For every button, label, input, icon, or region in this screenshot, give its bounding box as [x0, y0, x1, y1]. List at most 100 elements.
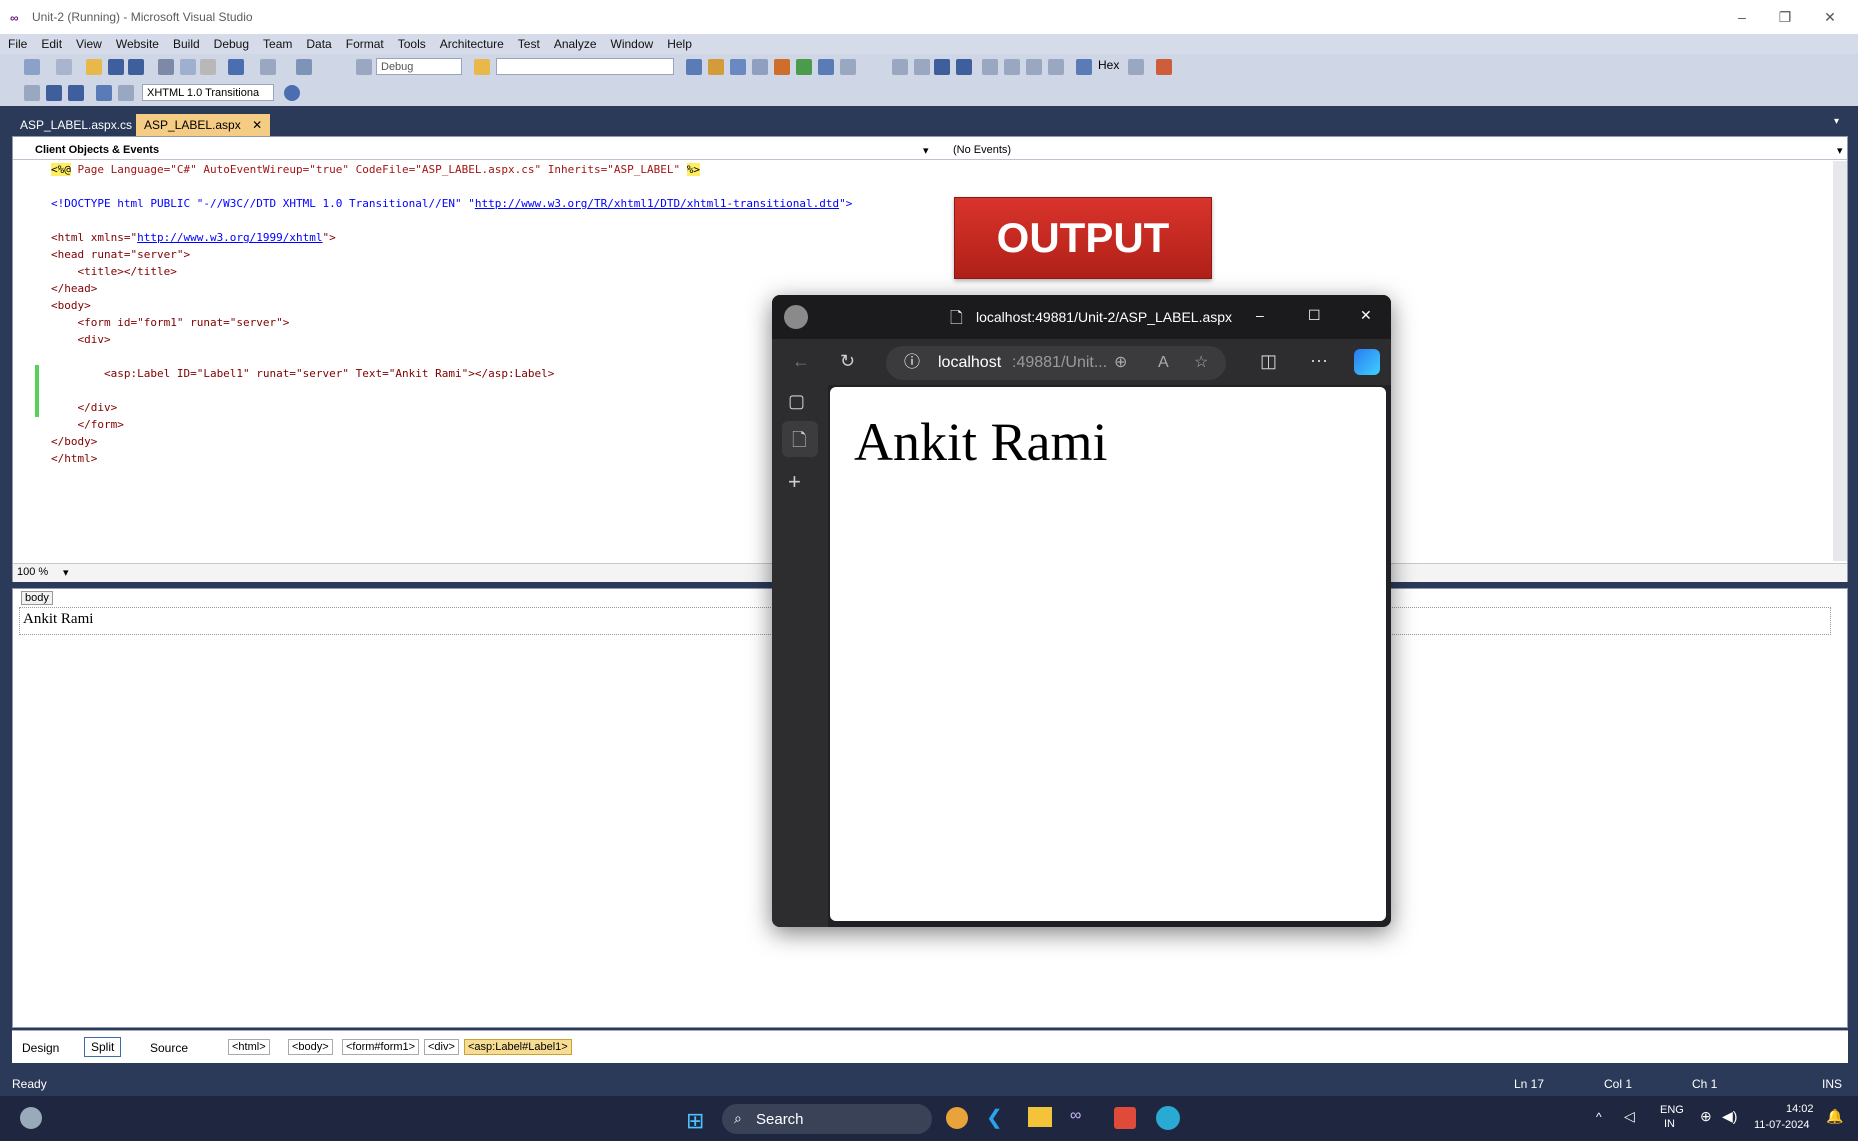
properties-icon[interactable] — [708, 59, 724, 75]
tab-actions-icon[interactable]: ▢ — [788, 391, 805, 412]
breadcrumb-html[interactable]: <html> — [228, 1039, 270, 1055]
class-view-icon[interactable] — [818, 59, 834, 75]
restore-button[interactable]: ❐ — [1765, 6, 1805, 28]
menu-build[interactable]: Build — [165, 34, 206, 51]
object-browser-icon[interactable] — [752, 59, 768, 75]
split-view-button[interactable]: Split — [84, 1037, 122, 1057]
browser-minimize-button[interactable]: – — [1256, 307, 1264, 323]
dropdown-chevron-icon[interactable]: ▾ — [923, 144, 929, 157]
save-icon[interactable] — [108, 59, 124, 75]
menu-website[interactable]: Website — [108, 34, 165, 51]
cut-icon[interactable] — [158, 59, 174, 75]
find-in-files-icon[interactable] — [474, 59, 490, 75]
menu-data[interactable]: Data — [298, 34, 337, 51]
menu-view[interactable]: View — [68, 34, 108, 51]
breakpoints-icon[interactable] — [1076, 59, 1092, 75]
zoom-icon[interactable]: ⊕ — [1114, 346, 1127, 380]
server-explorer-icon[interactable] — [796, 59, 812, 75]
menu-debug[interactable]: Debug — [206, 34, 255, 51]
redo-icon[interactable] — [260, 59, 276, 75]
paste-icon[interactable] — [200, 59, 216, 75]
visual-studio-icon[interactable]: ∞ — [1070, 1107, 1081, 1125]
open-file-icon[interactable] — [86, 59, 102, 75]
favorite-star-icon[interactable]: ☆ — [1194, 346, 1208, 380]
indent-icon[interactable] — [46, 85, 62, 101]
window-layout-icon[interactable] — [840, 59, 856, 75]
menu-architecture[interactable]: Architecture — [432, 34, 510, 51]
find-combo[interactable] — [496, 58, 674, 75]
menu-help[interactable]: Help — [659, 34, 698, 51]
add-item-icon[interactable] — [56, 59, 72, 75]
save-all-icon[interactable] — [128, 59, 144, 75]
language-indicator[interactable]: ENG — [1660, 1104, 1684, 1116]
events-chevron-icon[interactable]: ▾ — [1837, 144, 1843, 157]
notification-bell-icon[interactable]: 🔔 — [1826, 1108, 1843, 1125]
find-icon[interactable] — [686, 59, 702, 75]
continue-icon[interactable] — [892, 59, 908, 75]
menu-analyze[interactable]: Analyze — [546, 34, 603, 51]
browser-close-button[interactable]: ✕ — [1360, 307, 1372, 324]
show-hidden-icons-icon[interactable]: ^ — [1596, 1110, 1602, 1124]
editor-vertical-scrollbar[interactable] — [1833, 161, 1847, 561]
source-view-button[interactable]: Source — [150, 1041, 188, 1055]
events-dropdown[interactable]: (No Events) — [953, 144, 1011, 156]
refresh-icon[interactable]: ↻ — [840, 351, 855, 372]
design-label-text[interactable]: Ankit Rami — [23, 611, 93, 628]
client-objects-dropdown[interactable]: Client Objects & Events — [35, 144, 159, 156]
url-field[interactable]: ⓘ localhost :49881/Unit... ⊕ A ☆ — [886, 346, 1226, 380]
pdf-reader-icon[interactable] — [1114, 1107, 1136, 1129]
step-out-icon[interactable] — [1048, 59, 1064, 75]
toolbox-icon[interactable] — [774, 59, 790, 75]
uncomment-icon[interactable] — [118, 85, 134, 101]
location-icon[interactable]: ◁ — [1624, 1108, 1635, 1125]
close-button[interactable]: ✕ — [1810, 6, 1850, 28]
stop-icon[interactable] — [934, 59, 950, 75]
menu-team[interactable]: Team — [255, 34, 298, 51]
read-aloud-icon[interactable]: A — [1158, 346, 1169, 380]
check-accessibility-icon[interactable] — [284, 85, 300, 101]
edge-icon[interactable] — [1156, 1106, 1180, 1130]
debug-windows-icon[interactable] — [1128, 59, 1144, 75]
back-icon[interactable]: ← — [792, 351, 810, 372]
solution-explorer-icon[interactable] — [730, 59, 746, 75]
new-tab-icon[interactable]: + — [788, 469, 801, 495]
menu-window[interactable]: Window — [603, 34, 660, 51]
design-view-button[interactable]: Design — [22, 1041, 59, 1055]
start-debug-icon[interactable] — [356, 59, 372, 75]
menu-test[interactable]: Test — [510, 34, 546, 51]
close-tab-icon[interactable]: ✕ — [252, 118, 262, 132]
volume-icon[interactable]: ◀) — [1722, 1108, 1737, 1125]
new-project-icon[interactable] — [24, 59, 40, 75]
breadcrumb-form[interactable]: <form#form1> — [342, 1039, 420, 1055]
network-icon[interactable]: ⊕ — [1700, 1108, 1712, 1125]
minimize-button[interactable]: – — [1722, 6, 1762, 28]
menu-format[interactable]: Format — [338, 34, 390, 51]
file-explorer-icon[interactable] — [1028, 1107, 1052, 1127]
breadcrumb-body[interactable]: <body> — [288, 1039, 333, 1055]
split-screen-icon[interactable]: ◫ — [1260, 351, 1277, 372]
menu-file[interactable]: File — [0, 34, 33, 51]
pause-icon[interactable] — [914, 59, 930, 75]
menu-edit[interactable]: Edit — [33, 34, 68, 51]
breadcrumb-div[interactable]: <div> — [424, 1039, 459, 1055]
copy-icon[interactable] — [180, 59, 196, 75]
outdent-icon[interactable] — [68, 85, 84, 101]
zoom-level[interactable]: 100 % — [17, 566, 48, 578]
tab-asp-label-cs[interactable]: ASP_LABEL.aspx.cs — [12, 114, 140, 136]
clock-date[interactable]: 11-07-2024 — [1754, 1119, 1809, 1131]
active-tab[interactable]: 🗋 — [782, 421, 818, 457]
zoom-chevron-icon[interactable]: ▾ — [63, 566, 69, 579]
tab-menu-chevron-icon[interactable]: ▾ — [1834, 116, 1839, 127]
browser-maximize-button[interactable]: ☐ — [1308, 307, 1321, 324]
start-icon[interactable]: ⊞ — [686, 1108, 704, 1134]
taskbar-search[interactable]: ⌕ Search — [722, 1104, 932, 1134]
hex-button[interactable]: Hex — [1098, 58, 1119, 72]
clock-time[interactable]: 14:02 — [1786, 1103, 1814, 1115]
format-icon[interactable] — [24, 85, 40, 101]
more-menu-icon[interactable]: ⋯ — [1310, 351, 1328, 372]
breadcrumb-label[interactable]: <asp:Label#Label1> — [464, 1039, 572, 1055]
restart-icon[interactable] — [956, 59, 972, 75]
tab-asp-label-aspx[interactable]: ASP_LABEL.aspx ✕ — [136, 114, 271, 136]
menu-tools[interactable]: Tools — [390, 34, 432, 51]
comment-icon[interactable] — [96, 85, 112, 101]
